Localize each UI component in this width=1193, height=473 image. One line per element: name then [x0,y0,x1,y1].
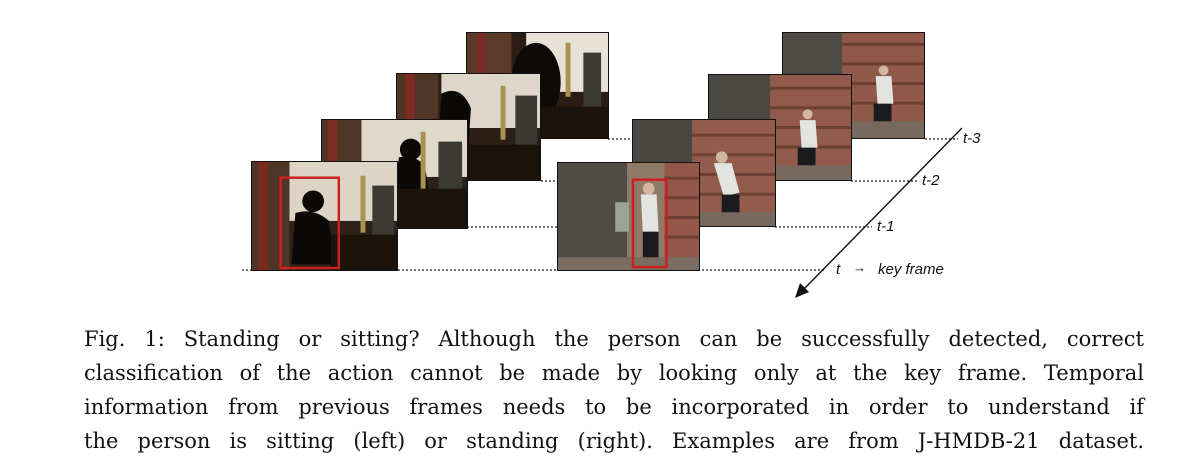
time-label-t0: t [836,261,841,278]
caption-line-3: information from previous frames needs t… [84,395,1144,419]
figure-caption: Fig. 1: Standing or sitting? Although th… [84,322,1144,458]
caption-line-4: the person is sitting (left) or standing… [84,429,1144,453]
figure: t-3 t-2 t-1 t → key frame [0,0,1193,310]
left-frame-key [251,161,398,271]
time-label-t3: t-3 [963,130,981,147]
time-label-arrow: → [853,260,866,275]
time-label-t2: t-2 [922,172,940,189]
caption-line-2: classification of the action cannot be m… [84,361,1144,385]
right-frame-key [557,162,700,271]
time-label-key-frame: key frame [878,261,944,278]
time-label-t1: t-1 [877,218,895,235]
caption-line-1: Fig. 1: Standing or sitting? Although th… [84,327,1144,351]
